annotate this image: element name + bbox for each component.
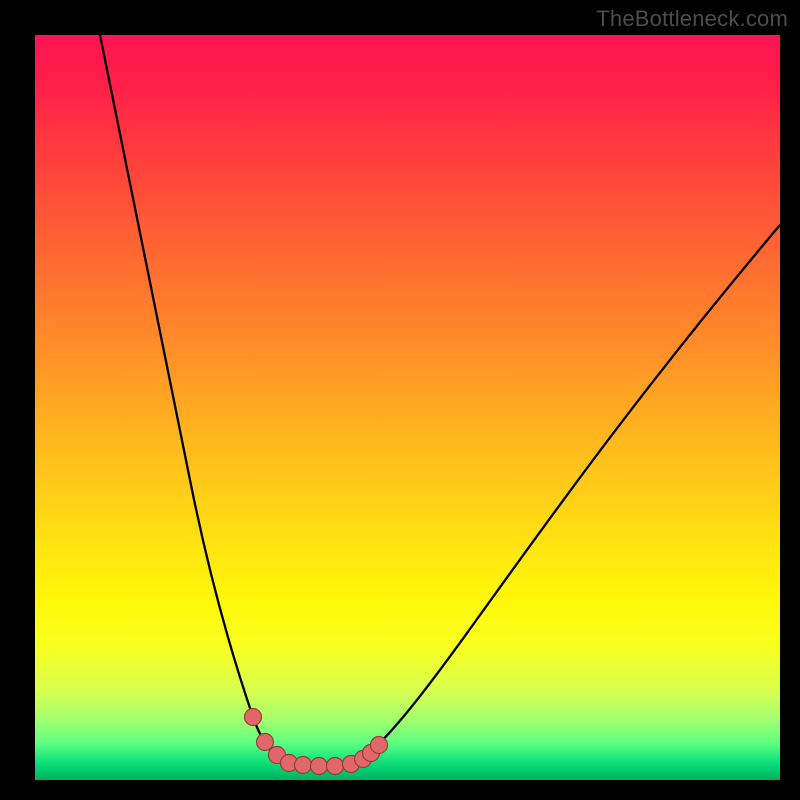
bead	[371, 737, 388, 754]
chart-frame: TheBottleneck.com	[0, 0, 800, 800]
curve-svg	[35, 35, 780, 780]
bead	[295, 757, 312, 774]
bead	[311, 758, 328, 775]
bead	[257, 734, 274, 751]
beads-group	[245, 709, 388, 775]
plot-area	[35, 35, 780, 780]
bead	[327, 758, 344, 775]
watermark-text: TheBottleneck.com	[596, 6, 788, 32]
curve-right-arm	[357, 225, 780, 762]
bead	[245, 709, 262, 726]
curve-left-arm	[100, 35, 287, 762]
